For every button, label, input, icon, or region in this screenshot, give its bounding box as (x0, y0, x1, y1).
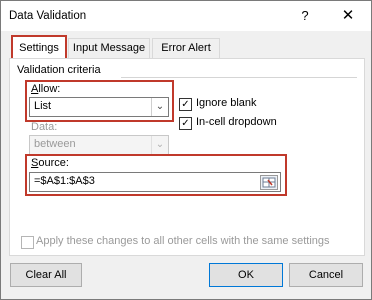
dialog-title: Data Validation (9, 10, 87, 22)
ok-button[interactable]: OK (209, 263, 283, 287)
in-cell-dropdown-checkbox[interactable]: ✓ (179, 117, 192, 130)
data-dropdown: between ⌄ (29, 135, 169, 155)
range-select-icon[interactable] (260, 175, 278, 190)
chevron-down-icon: ⌄ (151, 136, 168, 154)
help-button[interactable]: ? (291, 5, 319, 27)
tab-input-message-label: Input Message (72, 42, 146, 54)
allow-label: Allow: (31, 83, 61, 95)
clear-all-label: Clear All (25, 269, 67, 281)
source-value: =$A$1:$A$3 (34, 175, 95, 187)
ok-label: OK (238, 269, 254, 281)
allow-dropdown[interactable]: List ⌄ (29, 97, 169, 117)
source-label: Source: (31, 157, 69, 169)
chevron-down-icon: ⌄ (151, 98, 168, 116)
cancel-label: Cancel (308, 269, 344, 281)
allow-label-rest: llow: (38, 83, 61, 95)
apply-all-checkbox[interactable] (21, 236, 34, 249)
clear-all-button[interactable]: Clear All (10, 263, 82, 287)
allow-value: List (34, 100, 52, 112)
cancel-button[interactable]: Cancel (289, 263, 363, 287)
range-select-graphic (262, 177, 276, 188)
source-label-rest: ource: (38, 157, 69, 169)
source-input[interactable]: =$A$1:$A$3 (29, 172, 281, 192)
tab-error-alert[interactable]: Error Alert (152, 38, 220, 58)
apply-all-label: Apply these changes to all other cells w… (36, 235, 330, 247)
tab-input-message[interactable]: Input Message (68, 38, 150, 58)
close-button[interactable]: ✕ (334, 5, 362, 27)
tab-error-alert-label: Error Alert (161, 42, 211, 54)
title-bar: Data Validation ? ✕ (1, 1, 371, 31)
validation-criteria-heading: Validation criteria (17, 64, 101, 76)
in-cell-dropdown-label: In-cell dropdown (196, 116, 277, 128)
tab-settings-label: Settings (19, 42, 59, 54)
data-validation-dialog: Data Validation ? ✕ Settings Input Messa… (0, 0, 372, 300)
checkmark-icon: ✓ (181, 99, 190, 110)
data-label: Data: (31, 121, 58, 133)
checkmark-icon: ✓ (181, 118, 190, 129)
group-divider (121, 77, 357, 78)
ignore-blank-label: Ignore blank (196, 97, 257, 109)
ignore-blank-checkbox[interactable]: ✓ (179, 98, 192, 111)
data-value: between (34, 138, 76, 150)
